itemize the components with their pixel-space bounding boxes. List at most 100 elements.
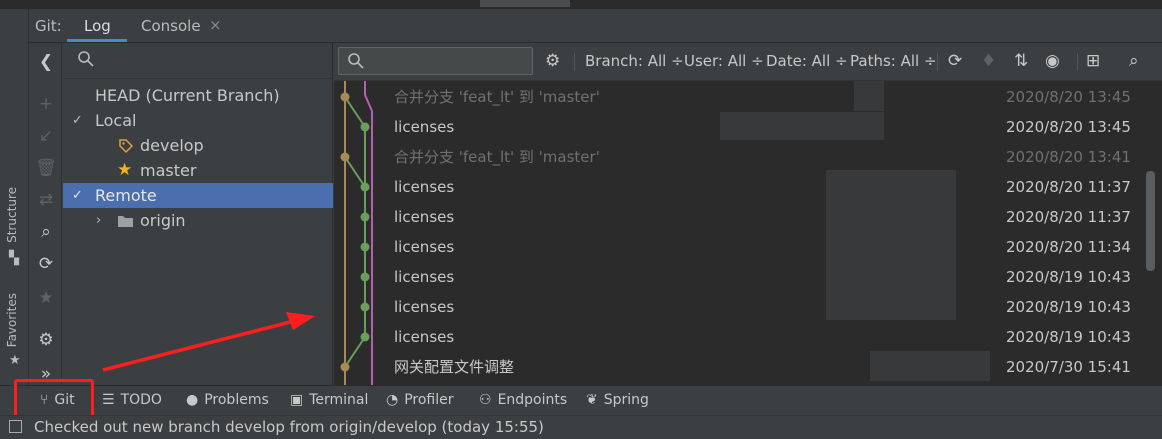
commit-date: 2020/8/20 13:45 [1006, 88, 1131, 106]
toolbar-separator [1077, 53, 1078, 71]
structure-tab[interactable]: Structure ▚ [2, 187, 28, 267]
refresh-icon[interactable]: ⟳ [35, 253, 57, 275]
commit-row[interactable]: licenses 2020/8/20 11:34 [334, 232, 1144, 262]
close-icon[interactable]: × [209, 16, 222, 34]
bottom-tab-label: TODO [120, 392, 162, 408]
commit-message: 合并分支 'feat_lt' 到 'master' [394, 88, 600, 106]
bottom-tab-label: Spring [603, 392, 649, 408]
cherry-pick-icon: ♦ [981, 51, 997, 71]
commit-date: 2020/8/20 11:34 [1006, 238, 1131, 256]
refresh-icon[interactable]: ⟳ [948, 51, 962, 71]
bottom-tab-label: Terminal [309, 392, 369, 408]
bottom-tab-label: Git [54, 392, 75, 408]
bottom-tab-label: Problems [204, 392, 269, 408]
blurred-author [720, 112, 884, 140]
search-icon [348, 53, 364, 69]
open-new-tab-icon[interactable]: ⊞ [1086, 51, 1100, 71]
tree-item-origin-label: origin [140, 211, 186, 230]
star-icon: ★ [38, 288, 54, 308]
status-message: Checked out new branch develop from orig… [34, 418, 544, 436]
commit-date: 2020/8/20 13:45 [1006, 118, 1131, 136]
commit-message: 合并分支 'feat_lt' 到 'master' [394, 148, 600, 166]
search-icon[interactable]: ⌕ [35, 221, 57, 243]
structure-icon: ▚ [9, 251, 19, 266]
gear-icon[interactable]: ⚙ [35, 329, 57, 351]
toolbar-separator [937, 53, 938, 71]
spring-leaf-icon: ❦ [586, 392, 598, 408]
endpoints-icon: ⚇ [479, 392, 492, 408]
branch-search[interactable] [63, 43, 333, 79]
folder-icon [117, 208, 134, 233]
tree-item-remote[interactable]: ✓ Remote [63, 183, 333, 208]
log-panel: ⚙ Branch: All ÷ User: All ÷ Date: All ÷ … [334, 43, 1162, 385]
log-scrollbar[interactable] [1146, 171, 1155, 271]
tree-item-origin[interactable]: › origin [63, 208, 333, 233]
chevron-right-icon[interactable]: › [96, 208, 101, 233]
chevron-down-icon[interactable]: ✓ [72, 108, 83, 133]
commit-message: licenses [394, 238, 455, 256]
tree-item-develop-label: develop [140, 136, 204, 155]
commit-row[interactable]: licenses 2020/8/20 11:37 [334, 172, 1144, 202]
commit-list: 合并分支 'feat_lt' 到 'master' 2020/8/20 13:45… [334, 81, 1162, 385]
commit-row[interactable]: licenses 2020/8/20 11:37 [334, 202, 1144, 232]
paths-filter[interactable]: Paths: All ÷ [850, 52, 937, 70]
eye-icon[interactable]: ◉ [1045, 51, 1060, 71]
commit-date: 2020/8/19 10:43 [1006, 268, 1131, 286]
tag-icon [118, 133, 134, 158]
star-icon: ★ [117, 160, 133, 180]
tool-window-title: Git: [35, 17, 62, 35]
branches-panel: HEAD (Current Branch) ✓ Local develop ★ … [63, 43, 333, 385]
search-icon [78, 51, 94, 67]
commit-date: 2020/8/20 13:41 [1006, 148, 1131, 166]
tree-item-master[interactable]: ★ master [63, 158, 333, 183]
compare-icon: ⇄ [38, 190, 54, 210]
toolbar-separator [574, 53, 575, 71]
commit-row[interactable]: licenses 2020/8/19 10:43 [334, 292, 1144, 322]
log-search-input[interactable] [338, 47, 533, 75]
commit-message: licenses [394, 208, 455, 226]
commit-row[interactable]: 合并分支 'feat_lt' 到 'master' 2020/8/20 13:45 [334, 82, 1144, 112]
date-filter[interactable]: Date: All ÷ [766, 52, 848, 70]
commit-row[interactable]: 网关配置文件调整 2020/7/30 15:41 [334, 352, 1144, 382]
tree-item-local[interactable]: ✓ Local [63, 108, 333, 133]
tree-item-head[interactable]: HEAD (Current Branch) [63, 83, 333, 108]
chevron-down-icon[interactable]: ✓ [72, 183, 83, 208]
sort-arrows-icon[interactable]: ⇅ [1014, 51, 1028, 71]
bottom-tab-spring[interactable]: ❦ Spring [586, 392, 649, 408]
list-icon: ☰ [102, 392, 115, 408]
commit-message: licenses [394, 298, 455, 316]
tree-item-master-label: master [140, 161, 197, 180]
bottom-tab-todo[interactable]: ☰ TODO [102, 392, 162, 408]
search-icon[interactable]: ⌕ [1129, 51, 1139, 71]
structure-tab-label: Structure [5, 187, 19, 243]
commit-message: licenses [394, 268, 455, 286]
tab-log[interactable]: Log [84, 17, 111, 35]
commit-message: licenses [394, 118, 455, 136]
delete-icon: 🗑 [35, 158, 57, 178]
bottom-tab-terminal[interactable]: ▣ Terminal [290, 392, 368, 408]
blurred-author [870, 351, 990, 381]
gear-icon[interactable]: ⚙ [545, 51, 560, 71]
blurred-author [854, 81, 884, 111]
top-strip-segment [480, 0, 570, 7]
bottom-tab-label: Endpoints [497, 392, 568, 408]
tab-console[interactable]: Console [141, 17, 201, 35]
favorites-tab[interactable]: Favorites ★ [2, 293, 28, 373]
git-branch-icon: ⑂ [40, 392, 49, 408]
commit-row[interactable]: 合并分支 'feat_lt' 到 'master' 2020/8/20 13:41 [334, 142, 1144, 172]
window-toggle-icon[interactable] [9, 420, 22, 433]
commit-row[interactable]: licenses 2020/8/19 10:43 [334, 262, 1144, 292]
bottom-tab-profiler[interactable]: ◔ Profiler [386, 392, 454, 408]
commit-message: licenses [394, 178, 455, 196]
bottom-tab-problems[interactable]: ● Problems [186, 392, 269, 408]
collapse-left-icon[interactable]: ❮ [35, 51, 57, 73]
tree-item-develop[interactable]: develop [63, 133, 333, 158]
bottom-tab-git[interactable]: ⑂ Git [40, 392, 75, 408]
blurred-author [826, 170, 956, 320]
commit-date: 2020/8/20 11:37 [1006, 208, 1131, 226]
branch-filter[interactable]: Branch: All ÷ [585, 52, 684, 70]
bottom-tab-endpoints[interactable]: ⚇ Endpoints [479, 392, 567, 408]
commit-row[interactable]: licenses 2020/8/19 10:43 [334, 322, 1144, 352]
user-filter[interactable]: User: All ÷ [684, 52, 764, 70]
favorites-star-icon: ★ [9, 353, 21, 368]
